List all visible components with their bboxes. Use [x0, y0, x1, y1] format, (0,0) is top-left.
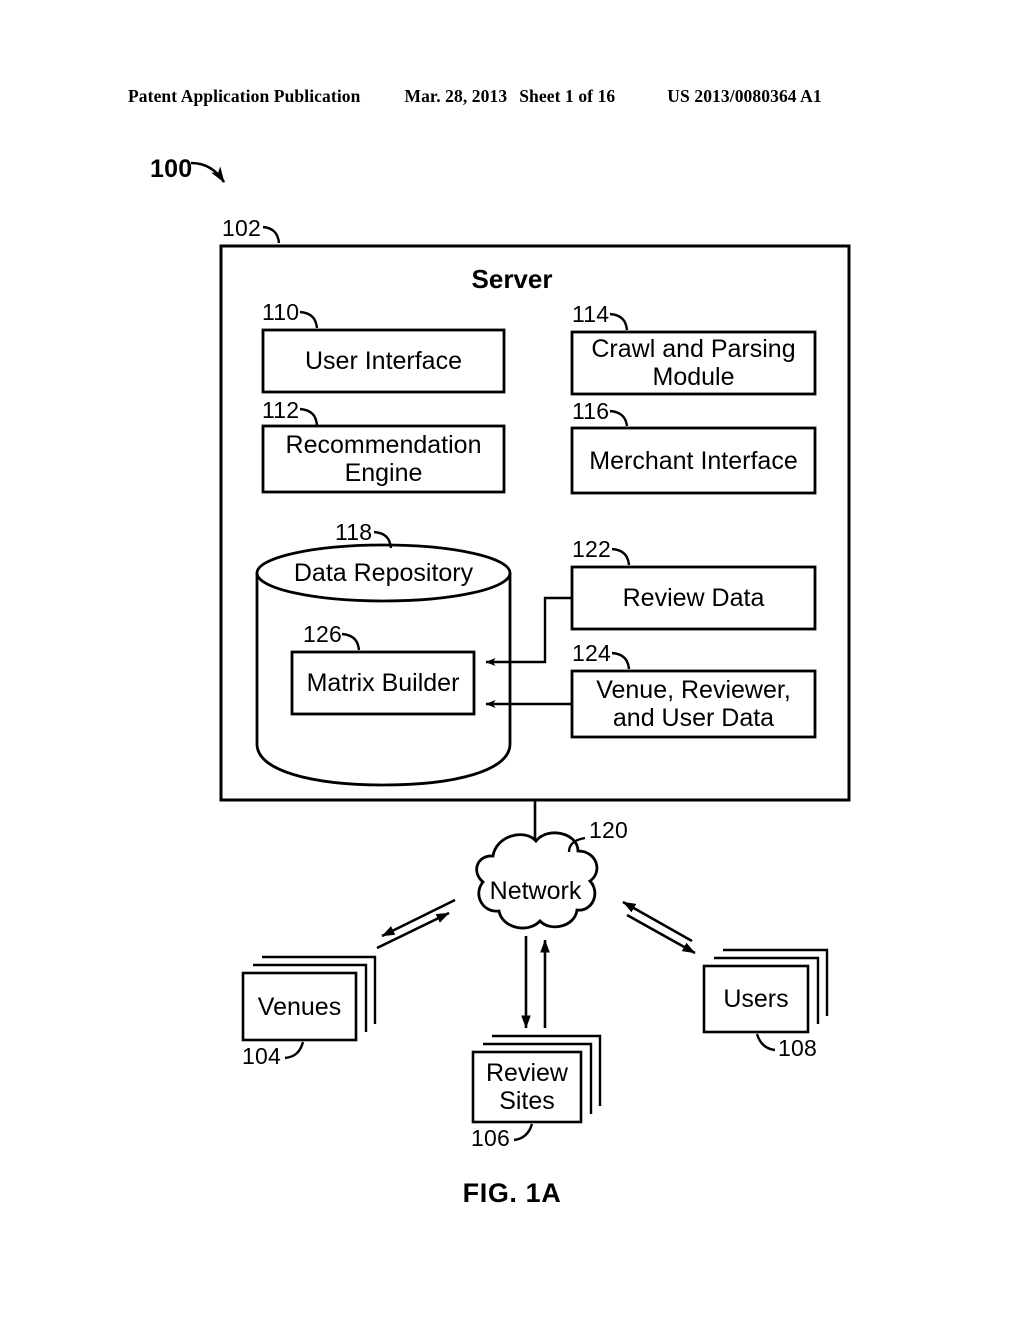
cylinder-bottom-arc	[255, 743, 512, 787]
refnum-122: 122	[572, 536, 611, 562]
data-repository-label: Data Repository	[293, 559, 474, 587]
recommendation-engine-label: Recommendation Engine	[285, 431, 482, 487]
leader-102	[262, 225, 281, 244]
user-interface-label: User Interface	[304, 347, 462, 375]
leader-110	[299, 310, 319, 329]
figure-vector-layer	[190, 161, 851, 1142]
arrow-venues-to-network	[376, 911, 450, 950]
leader-114	[609, 312, 629, 331]
refnum-126: 126	[303, 621, 342, 647]
refnum-118: 118	[335, 519, 373, 545]
refnum-116: 116	[572, 398, 610, 424]
merchant-interface-label: Merchant Interface	[589, 446, 798, 475]
leader-106	[513, 1123, 534, 1142]
arrow-network-to-venues	[381, 898, 456, 938]
refnum-104: 104	[242, 1043, 281, 1069]
network-label: Network	[489, 877, 582, 905]
refnum-124: 124	[572, 640, 611, 666]
matrix-builder-label: Matrix Builder	[306, 669, 460, 697]
leader-126	[341, 632, 361, 651]
leader-124	[611, 651, 631, 670]
figure-1a: 100 102 Server 110 112 114 116 User Inte…	[0, 0, 1024, 1320]
refnum-110: 110	[262, 299, 300, 325]
arrow-users-to-network	[622, 900, 693, 943]
refnum-120: 120	[589, 817, 628, 843]
refnum-102: 102	[222, 215, 261, 241]
review-data-label: Review Data	[622, 584, 765, 612]
review-sites-label: Review Sites	[486, 1059, 568, 1115]
crawl-parsing-module-label: Crawl and Parsing Module	[591, 335, 796, 391]
leader-104	[284, 1041, 305, 1060]
server-title: Server	[471, 264, 553, 294]
users-label: Users	[723, 985, 789, 1013]
system-leader-arrow	[190, 161, 226, 183]
arrow-review-data-to-matrix-builder	[485, 596, 572, 666]
refnum-114: 114	[572, 301, 610, 327]
arrow-network-to-users	[626, 913, 696, 955]
refnum-106: 106	[471, 1125, 510, 1151]
leader-122	[611, 547, 631, 566]
figure-caption: FIG. 1A	[462, 1178, 562, 1208]
leader-116	[609, 409, 629, 427]
refnum-100: 100	[150, 155, 193, 183]
venue-reviewer-user-data-label: Venue, Reviewer, and User Data	[596, 676, 791, 732]
leader-108	[755, 1033, 776, 1052]
refnum-108: 108	[778, 1035, 817, 1061]
refnum-112: 112	[262, 397, 300, 423]
venues-label: Venues	[257, 992, 342, 1021]
leader-112	[299, 407, 319, 426]
